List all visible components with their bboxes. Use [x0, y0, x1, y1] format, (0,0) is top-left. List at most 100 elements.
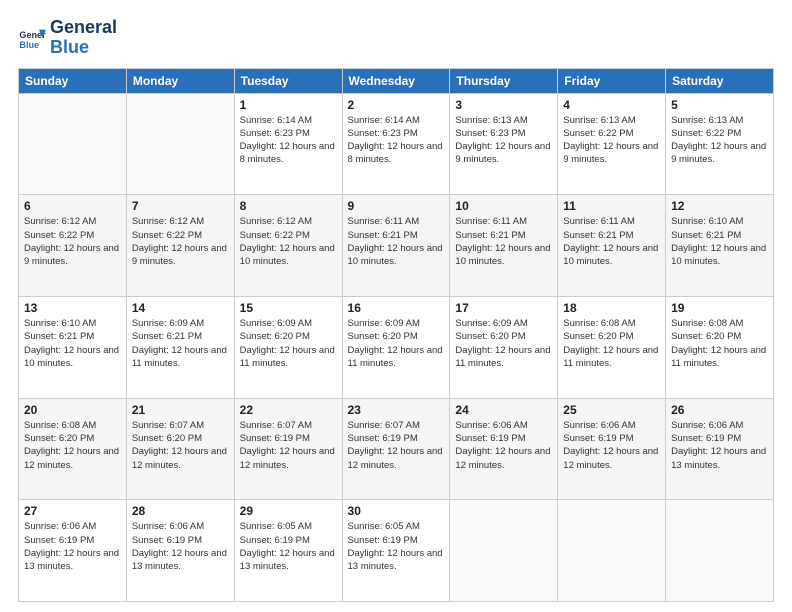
day-number: 10	[455, 199, 552, 213]
calendar-header-saturday: Saturday	[666, 68, 774, 93]
day-info: Sunrise: 6:07 AM Sunset: 6:19 PM Dayligh…	[240, 419, 337, 472]
day-number: 12	[671, 199, 768, 213]
calendar-header-tuesday: Tuesday	[234, 68, 342, 93]
svg-text:Blue: Blue	[19, 40, 39, 50]
day-info: Sunrise: 6:11 AM Sunset: 6:21 PM Dayligh…	[563, 215, 660, 268]
day-number: 9	[348, 199, 445, 213]
calendar-cell: 4 Sunrise: 6:13 AM Sunset: 6:22 PM Daylig…	[558, 93, 666, 195]
calendar-cell: 8 Sunrise: 6:12 AM Sunset: 6:22 PM Daylig…	[234, 195, 342, 297]
day-info: Sunrise: 6:11 AM Sunset: 6:21 PM Dayligh…	[455, 215, 552, 268]
day-number: 1	[240, 98, 337, 112]
day-number: 6	[24, 199, 121, 213]
day-info: Sunrise: 6:10 AM Sunset: 6:21 PM Dayligh…	[671, 215, 768, 268]
calendar-cell	[450, 500, 558, 602]
day-info: Sunrise: 6:07 AM Sunset: 6:20 PM Dayligh…	[132, 419, 229, 472]
logo-icon: General Blue	[18, 24, 46, 52]
day-info: Sunrise: 6:14 AM Sunset: 6:23 PM Dayligh…	[240, 114, 337, 167]
logo-text-blue: Blue	[50, 38, 117, 58]
calendar-cell	[558, 500, 666, 602]
logo: General Blue General Blue	[18, 18, 117, 58]
day-number: 3	[455, 98, 552, 112]
day-info: Sunrise: 6:08 AM Sunset: 6:20 PM Dayligh…	[563, 317, 660, 370]
day-number: 15	[240, 301, 337, 315]
day-number: 25	[563, 403, 660, 417]
calendar-cell: 25Sunrise: 6:06 AM Sunset: 6:19 PM Dayli…	[558, 398, 666, 500]
day-number: 14	[132, 301, 229, 315]
page-header: General Blue General Blue	[18, 18, 774, 58]
day-number: 18	[563, 301, 660, 315]
day-number: 28	[132, 504, 229, 518]
day-number: 27	[24, 504, 121, 518]
day-number: 23	[348, 403, 445, 417]
day-info: Sunrise: 6:14 AM Sunset: 6:23 PM Dayligh…	[348, 114, 445, 167]
day-number: 4	[563, 98, 660, 112]
calendar-week-row: 20 Sunrise: 6:08 AM Sunset: 6:20 PM Dayli…	[19, 398, 774, 500]
calendar-table: SundayMondayTuesdayWednesdayThursdayFrid…	[18, 68, 774, 602]
day-number: 8	[240, 199, 337, 213]
calendar-week-row: 27 Sunrise: 6:06 AM Sunset: 6:19 PM Dayli…	[19, 500, 774, 602]
calendar-cell: 3 Sunrise: 6:13 AM Sunset: 6:23 PM Daylig…	[450, 93, 558, 195]
day-info: Sunrise: 6:12 AM Sunset: 6:22 PM Dayligh…	[240, 215, 337, 268]
day-number: 2	[348, 98, 445, 112]
day-number: 29	[240, 504, 337, 518]
day-info: Sunrise: 6:09 AM Sunset: 6:21 PM Dayligh…	[132, 317, 229, 370]
calendar-cell: 7 Sunrise: 6:12 AM Sunset: 6:22 PM Daylig…	[126, 195, 234, 297]
calendar-header-friday: Friday	[558, 68, 666, 93]
calendar-header-monday: Monday	[126, 68, 234, 93]
calendar-cell	[19, 93, 127, 195]
day-info: Sunrise: 6:09 AM Sunset: 6:20 PM Dayligh…	[348, 317, 445, 370]
day-info: Sunrise: 6:06 AM Sunset: 6:19 PM Dayligh…	[671, 419, 768, 472]
calendar-cell: 28 Sunrise: 6:06 AM Sunset: 6:19 PM Dayli…	[126, 500, 234, 602]
day-info: Sunrise: 6:13 AM Sunset: 6:23 PM Dayligh…	[455, 114, 552, 167]
calendar-cell: 17Sunrise: 6:09 AM Sunset: 6:20 PM Dayli…	[450, 296, 558, 398]
calendar-cell: 27Sunrise: 6:06 AM Sunset: 6:19 PM Dayli…	[19, 500, 127, 602]
day-info: Sunrise: 6:13 AM Sunset: 6:22 PM Dayligh…	[671, 114, 768, 167]
calendar-cell: 9 Sunrise: 6:11 AM Sunset: 6:21 PM Daylig…	[342, 195, 450, 297]
calendar-cell: 23Sunrise: 6:07 AM Sunset: 6:19 PM Dayli…	[342, 398, 450, 500]
day-number: 24	[455, 403, 552, 417]
calendar-header-wednesday: Wednesday	[342, 68, 450, 93]
day-info: Sunrise: 6:12 AM Sunset: 6:22 PM Dayligh…	[132, 215, 229, 268]
calendar-cell: 19Sunrise: 6:08 AM Sunset: 6:20 PM Dayli…	[666, 296, 774, 398]
calendar-week-row: 6 Sunrise: 6:12 AM Sunset: 6:22 PM Daylig…	[19, 195, 774, 297]
day-info: Sunrise: 6:09 AM Sunset: 6:20 PM Dayligh…	[240, 317, 337, 370]
calendar-cell: 18 Sunrise: 6:08 AM Sunset: 6:20 PM Dayli…	[558, 296, 666, 398]
day-info: Sunrise: 6:13 AM Sunset: 6:22 PM Dayligh…	[563, 114, 660, 167]
calendar-header-thursday: Thursday	[450, 68, 558, 93]
calendar-cell: 15 Sunrise: 6:09 AM Sunset: 6:20 PM Dayli…	[234, 296, 342, 398]
calendar-cell: 2 Sunrise: 6:14 AM Sunset: 6:23 PM Daylig…	[342, 93, 450, 195]
calendar-week-row: 1 Sunrise: 6:14 AM Sunset: 6:23 PM Daylig…	[19, 93, 774, 195]
calendar-cell: 24Sunrise: 6:06 AM Sunset: 6:19 PM Dayli…	[450, 398, 558, 500]
calendar-cell: 6 Sunrise: 6:12 AM Sunset: 6:22 PM Daylig…	[19, 195, 127, 297]
day-info: Sunrise: 6:08 AM Sunset: 6:20 PM Dayligh…	[24, 419, 121, 472]
day-number: 21	[132, 403, 229, 417]
day-number: 11	[563, 199, 660, 213]
calendar-cell: 1 Sunrise: 6:14 AM Sunset: 6:23 PM Daylig…	[234, 93, 342, 195]
logo-text-general: General	[50, 18, 117, 38]
day-number: 5	[671, 98, 768, 112]
day-number: 16	[348, 301, 445, 315]
calendar-cell: 20 Sunrise: 6:08 AM Sunset: 6:20 PM Dayli…	[19, 398, 127, 500]
day-info: Sunrise: 6:06 AM Sunset: 6:19 PM Dayligh…	[132, 520, 229, 573]
calendar-cell: 26 Sunrise: 6:06 AM Sunset: 6:19 PM Dayli…	[666, 398, 774, 500]
day-info: Sunrise: 6:12 AM Sunset: 6:22 PM Dayligh…	[24, 215, 121, 268]
day-number: 7	[132, 199, 229, 213]
day-number: 30	[348, 504, 445, 518]
day-number: 20	[24, 403, 121, 417]
calendar-cell: 13Sunrise: 6:10 AM Sunset: 6:21 PM Dayli…	[19, 296, 127, 398]
calendar-cell: 22 Sunrise: 6:07 AM Sunset: 6:19 PM Dayli…	[234, 398, 342, 500]
calendar-cell: 16 Sunrise: 6:09 AM Sunset: 6:20 PM Dayli…	[342, 296, 450, 398]
calendar-week-row: 13Sunrise: 6:10 AM Sunset: 6:21 PM Dayli…	[19, 296, 774, 398]
calendar-cell: 10 Sunrise: 6:11 AM Sunset: 6:21 PM Dayli…	[450, 195, 558, 297]
calendar-cell: 14 Sunrise: 6:09 AM Sunset: 6:21 PM Dayli…	[126, 296, 234, 398]
calendar-cell: 12 Sunrise: 6:10 AM Sunset: 6:21 PM Dayli…	[666, 195, 774, 297]
calendar-cell: 29 Sunrise: 6:05 AM Sunset: 6:19 PM Dayli…	[234, 500, 342, 602]
day-info: Sunrise: 6:11 AM Sunset: 6:21 PM Dayligh…	[348, 215, 445, 268]
calendar-cell: 21 Sunrise: 6:07 AM Sunset: 6:20 PM Dayli…	[126, 398, 234, 500]
day-number: 22	[240, 403, 337, 417]
calendar-cell: 5 Sunrise: 6:13 AM Sunset: 6:22 PM Daylig…	[666, 93, 774, 195]
day-info: Sunrise: 6:05 AM Sunset: 6:19 PM Dayligh…	[240, 520, 337, 573]
day-info: Sunrise: 6:09 AM Sunset: 6:20 PM Dayligh…	[455, 317, 552, 370]
day-number: 26	[671, 403, 768, 417]
day-info: Sunrise: 6:10 AM Sunset: 6:21 PM Dayligh…	[24, 317, 121, 370]
